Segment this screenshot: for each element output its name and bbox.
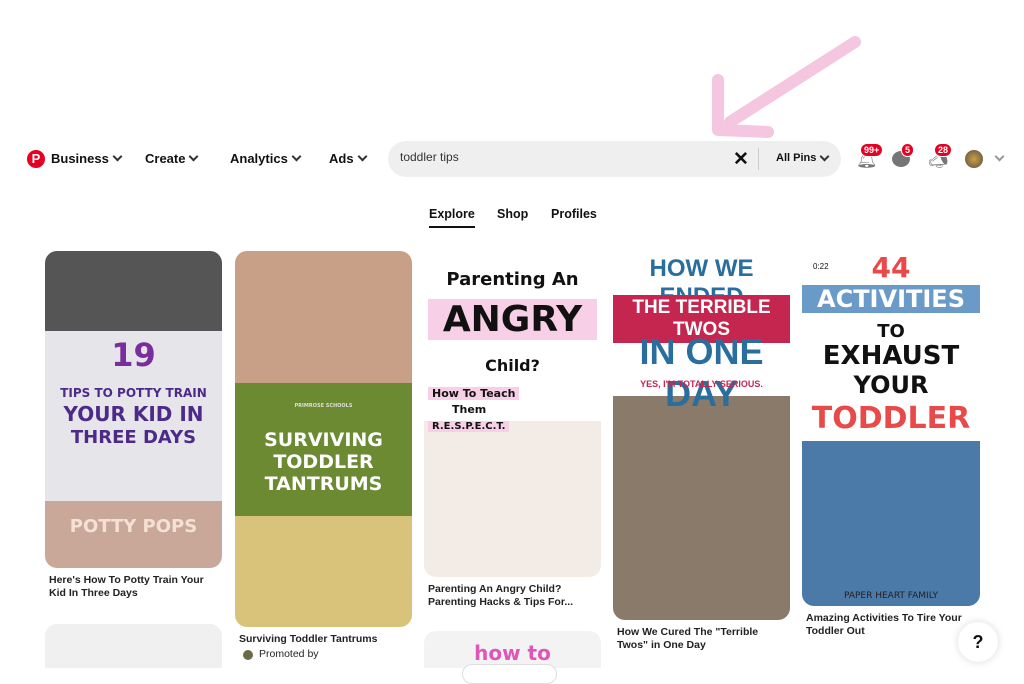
notifications-badge: 99+ (860, 143, 884, 157)
pin-overlay-text: how to (474, 641, 551, 665)
nav-ads[interactable]: Ads (329, 151, 368, 166)
nav-create[interactable]: Create (145, 151, 199, 166)
pin-overlay-text: TANTRUMS (264, 473, 383, 495)
pin-overlay-text: R.E.S.P.E.C.T. (428, 421, 510, 432)
search-input[interactable] (400, 150, 720, 164)
pin-grid: 19 TIPS TO POTTY TRAIN YOUR KID IN THREE… (0, 240, 1024, 668)
pin-caption[interactable]: Surviving Toddler Tantrums (239, 633, 377, 646)
chevron-down-icon (189, 151, 199, 162)
pin-overlay-text: Child? (485, 356, 540, 375)
pin-overlay-text: TIPS TO POTTY TRAIN (60, 386, 207, 400)
account-chevron-icon[interactable] (994, 151, 1005, 162)
pin-overlay-text: THREE DAYS (70, 427, 197, 448)
tab-label: Explore (429, 207, 475, 221)
pink-arrow-annotation (712, 36, 861, 138)
promoted-label: Promoted by (259, 648, 319, 660)
search-bar: ✕ All Pins (388, 141, 841, 177)
nav-label: Create (145, 151, 186, 166)
pin-card[interactable]: 19 TIPS TO POTTY TRAIN YOUR KID IN THREE… (45, 251, 222, 568)
nav-business[interactable]: Business (51, 151, 123, 166)
pin-overlay-text: TODDLER (811, 401, 971, 436)
pin-caption[interactable]: Parenting An Angry Child? Parenting Hack… (428, 583, 593, 609)
pin-card[interactable]: how to (424, 631, 601, 668)
pin-filter-dropdown[interactable]: All Pins (776, 151, 830, 164)
pin-overlay-text: POTTY POPS (69, 516, 198, 537)
nav-label: Analytics (230, 151, 288, 166)
tab-explore[interactable]: Explore (429, 207, 475, 228)
avatar[interactable] (965, 150, 983, 168)
pin-card[interactable] (45, 624, 222, 668)
help-button[interactable]: ? (958, 622, 998, 662)
pin-overlay-text: YOUR KID IN (63, 402, 204, 426)
active-tab-indicator (429, 226, 475, 228)
pin-overlay-text: TODDLER (273, 451, 374, 473)
pin-caption[interactable]: How We Cured The "Terrible Twos" in One … (617, 626, 782, 652)
chevron-down-icon (112, 151, 123, 162)
clear-search-icon[interactable]: ✕ (733, 148, 749, 171)
pin-overlay-text: PRIMROSE SCHOOLS (294, 403, 353, 409)
pin-caption[interactable]: Amazing Activities To Tire Your Toddler … (806, 612, 971, 638)
nav-analytics[interactable]: Analytics (230, 151, 302, 166)
pin-overlay-text: Parenting An (446, 269, 579, 290)
pin-card[interactable]: PRIMROSE SCHOOLS SURVIVING TODDLER TANTR… (235, 251, 412, 627)
pin-overlay-text: Them (452, 403, 487, 416)
pin-overlay-text: SURVIVING (264, 429, 383, 451)
nav-label: Business (51, 151, 109, 166)
chevron-down-icon (819, 151, 830, 161)
promoter-avatar (243, 650, 253, 660)
pin-card[interactable]: HOW WE ENDED THE TERRIBLE TWOS IN ONE DA… (613, 251, 790, 620)
pin-overlay-text: 19 (111, 336, 156, 374)
tab-shop[interactable]: Shop (497, 207, 528, 221)
pin-overlay-text: TO (877, 321, 905, 342)
pin-overlay-text: PAPER HEART FAMILY (843, 591, 939, 601)
filter-label: All Pins (776, 152, 817, 164)
pin-caption[interactable]: Here's How To Potty Train Your Kid In Th… (49, 574, 219, 600)
tab-profiles[interactable]: Profiles (551, 207, 597, 221)
nav-label: Ads (329, 151, 354, 166)
pin-card[interactable]: Parenting An ANGRY Child? How To Teach T… (424, 251, 601, 577)
pin-overlay-text: YOUR (853, 371, 929, 399)
updates-badge: 28 (934, 143, 953, 157)
pin-overlay-text: EXHAUST (822, 341, 960, 371)
divider (758, 148, 759, 170)
pin-card[interactable]: 0:22 44 ACTIVITIES TO EXHAUST YOUR TODDL… (802, 251, 980, 606)
pin-overlay-text: How To Teach (428, 387, 520, 400)
pin-overlay-text: 44 (871, 251, 911, 284)
pin-overlay-text: ANGRY (428, 299, 597, 340)
pin-overlay-text: YES, I'M TOTALLY SERIOUS. (640, 379, 763, 389)
chevron-down-icon (357, 151, 368, 162)
messages-badge: 5 (901, 143, 915, 157)
chevron-down-icon (291, 151, 302, 162)
scroll-handle[interactable] (462, 664, 557, 684)
pinterest-logo[interactable]: P (27, 150, 45, 168)
pin-overlay-text: ACTIVITIES (802, 285, 980, 313)
pin-overlay-text: IN ONE DAY (639, 331, 764, 414)
